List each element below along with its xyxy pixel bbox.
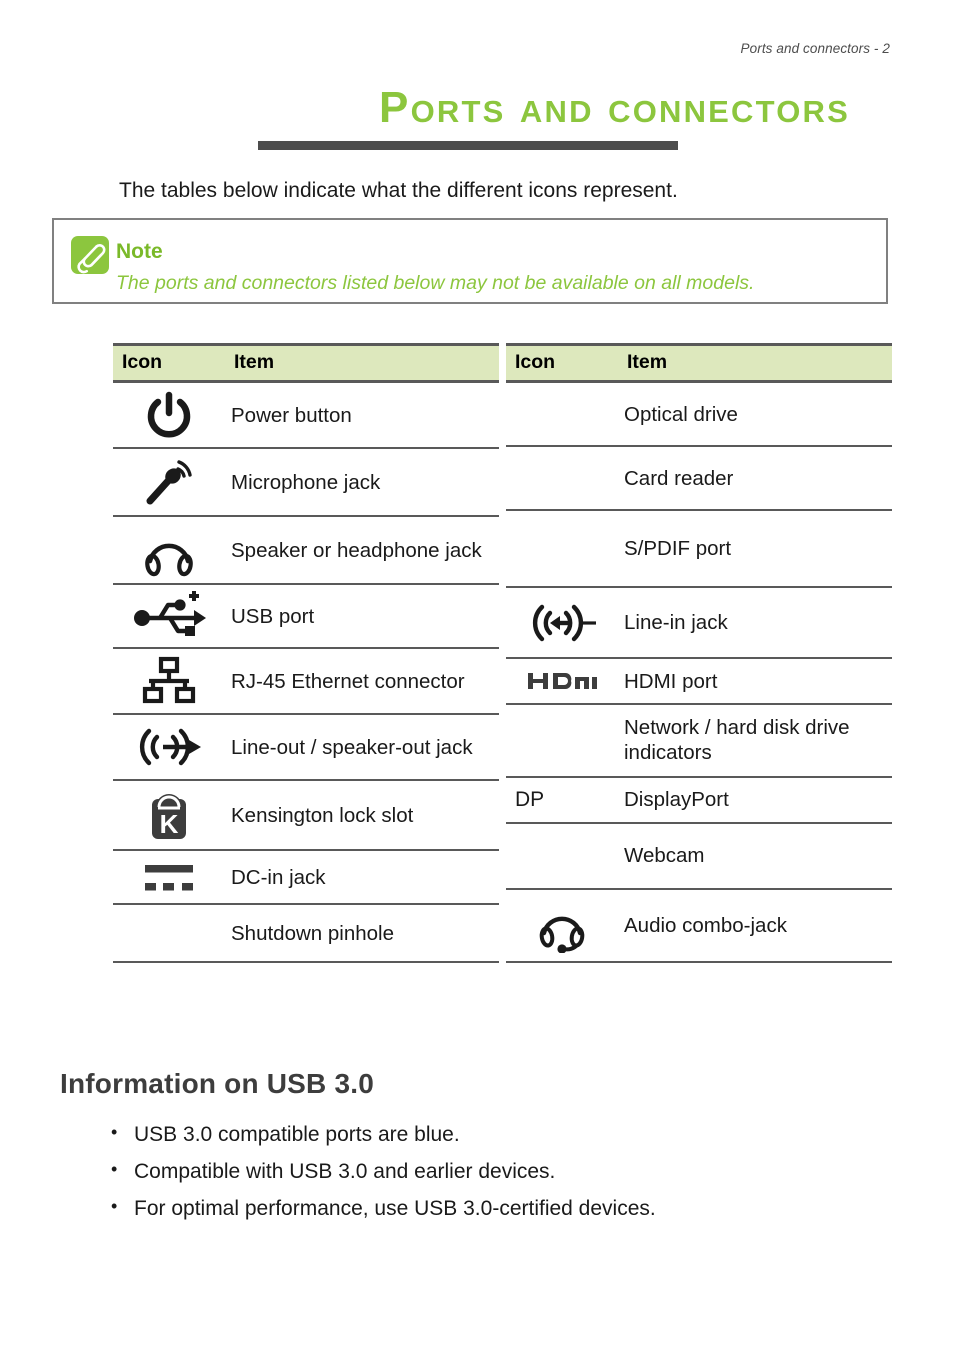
item-label: Webcam	[618, 822, 892, 891]
item-label: Speaker or headphone jack	[225, 516, 499, 585]
icon-cell-empty	[506, 704, 618, 778]
icon-cell	[113, 381, 225, 449]
table-row: Audio combo-jack	[506, 889, 892, 963]
table-header-row: Icon Item	[506, 343, 892, 383]
section-heading-usb: Information on USB 3.0	[60, 1068, 374, 1099]
table-row: Webcam	[506, 822, 892, 891]
table-row: Power button	[113, 381, 499, 449]
column-header-item: Item	[618, 343, 892, 383]
item-label: Network / hard disk drive indicators	[618, 704, 892, 778]
icon-cell-empty	[506, 510, 618, 589]
item-label: RJ-45 Ethernet connector	[225, 648, 499, 715]
microphone-icon	[142, 455, 196, 509]
page-title: Ports and connectors	[379, 83, 850, 132]
no-icon	[506, 455, 618, 501]
item-label: Power button	[225, 381, 499, 449]
item-label: HDMI port	[618, 658, 892, 706]
ports-tables: Icon Item Power button Microphone jack S…	[113, 343, 892, 963]
table-row: HDMI port	[506, 658, 892, 706]
column-header-icon: Icon	[113, 343, 225, 383]
no-icon	[506, 520, 618, 578]
icon-cell	[113, 850, 225, 905]
note-box: Note The ports and connectors listed bel…	[52, 218, 888, 304]
note-heading: Note	[116, 240, 163, 263]
line-out-icon	[133, 721, 205, 773]
kensington-lock-icon: K	[145, 787, 193, 843]
table-row: Optical drive	[506, 381, 892, 448]
table-header-row: Icon Item	[113, 343, 499, 383]
icon-cell	[506, 587, 618, 660]
icon-cell: K	[113, 780, 225, 851]
icon-cell-empty	[113, 904, 225, 963]
item-label: Audio combo-jack	[618, 889, 892, 963]
icon-cell-empty	[506, 381, 618, 448]
usb-icon	[130, 591, 208, 641]
ports-table-left: Icon Item Power button Microphone jack S…	[113, 343, 499, 963]
item-label: Card reader	[618, 446, 892, 512]
displayport-text-icon: DP	[515, 788, 545, 811]
table-row: Shutdown pinhole	[113, 904, 499, 963]
running-header: Ports and connectors - 2	[740, 41, 890, 56]
no-icon	[506, 832, 618, 880]
table-row: Card reader	[506, 446, 892, 512]
item-label: Microphone jack	[225, 448, 499, 517]
document-page: Ports and connectors - 2 Ports and conne…	[0, 0, 954, 1352]
headphones-icon	[141, 523, 197, 577]
column-header-icon: Icon	[506, 343, 618, 383]
item-label: Optical drive	[618, 381, 892, 448]
icon-cell	[506, 658, 618, 706]
table-row: Speaker or headphone jack	[113, 516, 499, 585]
headset-icon	[534, 899, 590, 953]
title-underline-rule	[258, 141, 678, 150]
item-label: DisplayPort	[618, 776, 892, 824]
list-item: Compatible with USB 3.0 and earlier devi…	[108, 1160, 656, 1182]
hdmi-icon	[525, 667, 599, 695]
table-row: Network / hard disk drive indicators	[506, 704, 892, 778]
table-row: Microphone jack	[113, 448, 499, 517]
ports-table-right: Icon Item Optical drive Card reader S/PD…	[506, 343, 892, 963]
column-header-item: Item	[225, 343, 499, 383]
table-row: DC-in jack	[113, 850, 499, 905]
power-button-icon	[143, 389, 195, 441]
table-row: Line-in jack	[506, 587, 892, 660]
svg-text:K: K	[160, 809, 179, 839]
table-row: Line-out / speaker-out jack	[113, 714, 499, 781]
title-block: Ports and connectors	[0, 86, 892, 130]
item-label: S/PDIF port	[618, 510, 892, 589]
icon-cell-empty	[506, 446, 618, 512]
intro-paragraph: The tables below indicate what the diffe…	[119, 179, 678, 202]
item-label: Kensington lock slot	[225, 780, 499, 851]
table-row: K Kensington lock slot	[113, 780, 499, 851]
icon-cell	[113, 584, 225, 649]
line-in-icon	[526, 597, 598, 649]
no-icon	[506, 718, 618, 762]
no-icon	[506, 391, 618, 437]
icon-cell: DP	[506, 776, 618, 824]
ethernet-icon	[141, 655, 197, 707]
icon-cell	[506, 889, 618, 963]
dc-in-icon	[139, 857, 199, 897]
item-label: USB port	[225, 584, 499, 649]
paperclip-icon	[71, 236, 109, 274]
icon-cell	[113, 448, 225, 517]
note-body-text: The ports and connectors listed below ma…	[116, 272, 755, 294]
item-label: DC-in jack	[225, 850, 499, 905]
list-item: For optimal performance, use USB 3.0-cer…	[108, 1197, 656, 1219]
icon-cell-empty	[506, 822, 618, 891]
table-row: S/PDIF port	[506, 510, 892, 589]
usb-bullet-list: USB 3.0 compatible ports are blue. Compa…	[108, 1123, 656, 1235]
table-row: DP DisplayPort	[506, 776, 892, 824]
no-icon	[113, 911, 225, 955]
table-row: USB port	[113, 584, 499, 649]
item-label: Line-in jack	[618, 587, 892, 660]
list-item: USB 3.0 compatible ports are blue.	[108, 1123, 656, 1145]
item-label: Shutdown pinhole	[225, 904, 499, 963]
icon-cell	[113, 714, 225, 781]
item-label: Line-out / speaker-out jack	[225, 714, 499, 781]
icon-cell	[113, 648, 225, 715]
icon-cell	[113, 516, 225, 585]
table-row: RJ-45 Ethernet connector	[113, 648, 499, 715]
